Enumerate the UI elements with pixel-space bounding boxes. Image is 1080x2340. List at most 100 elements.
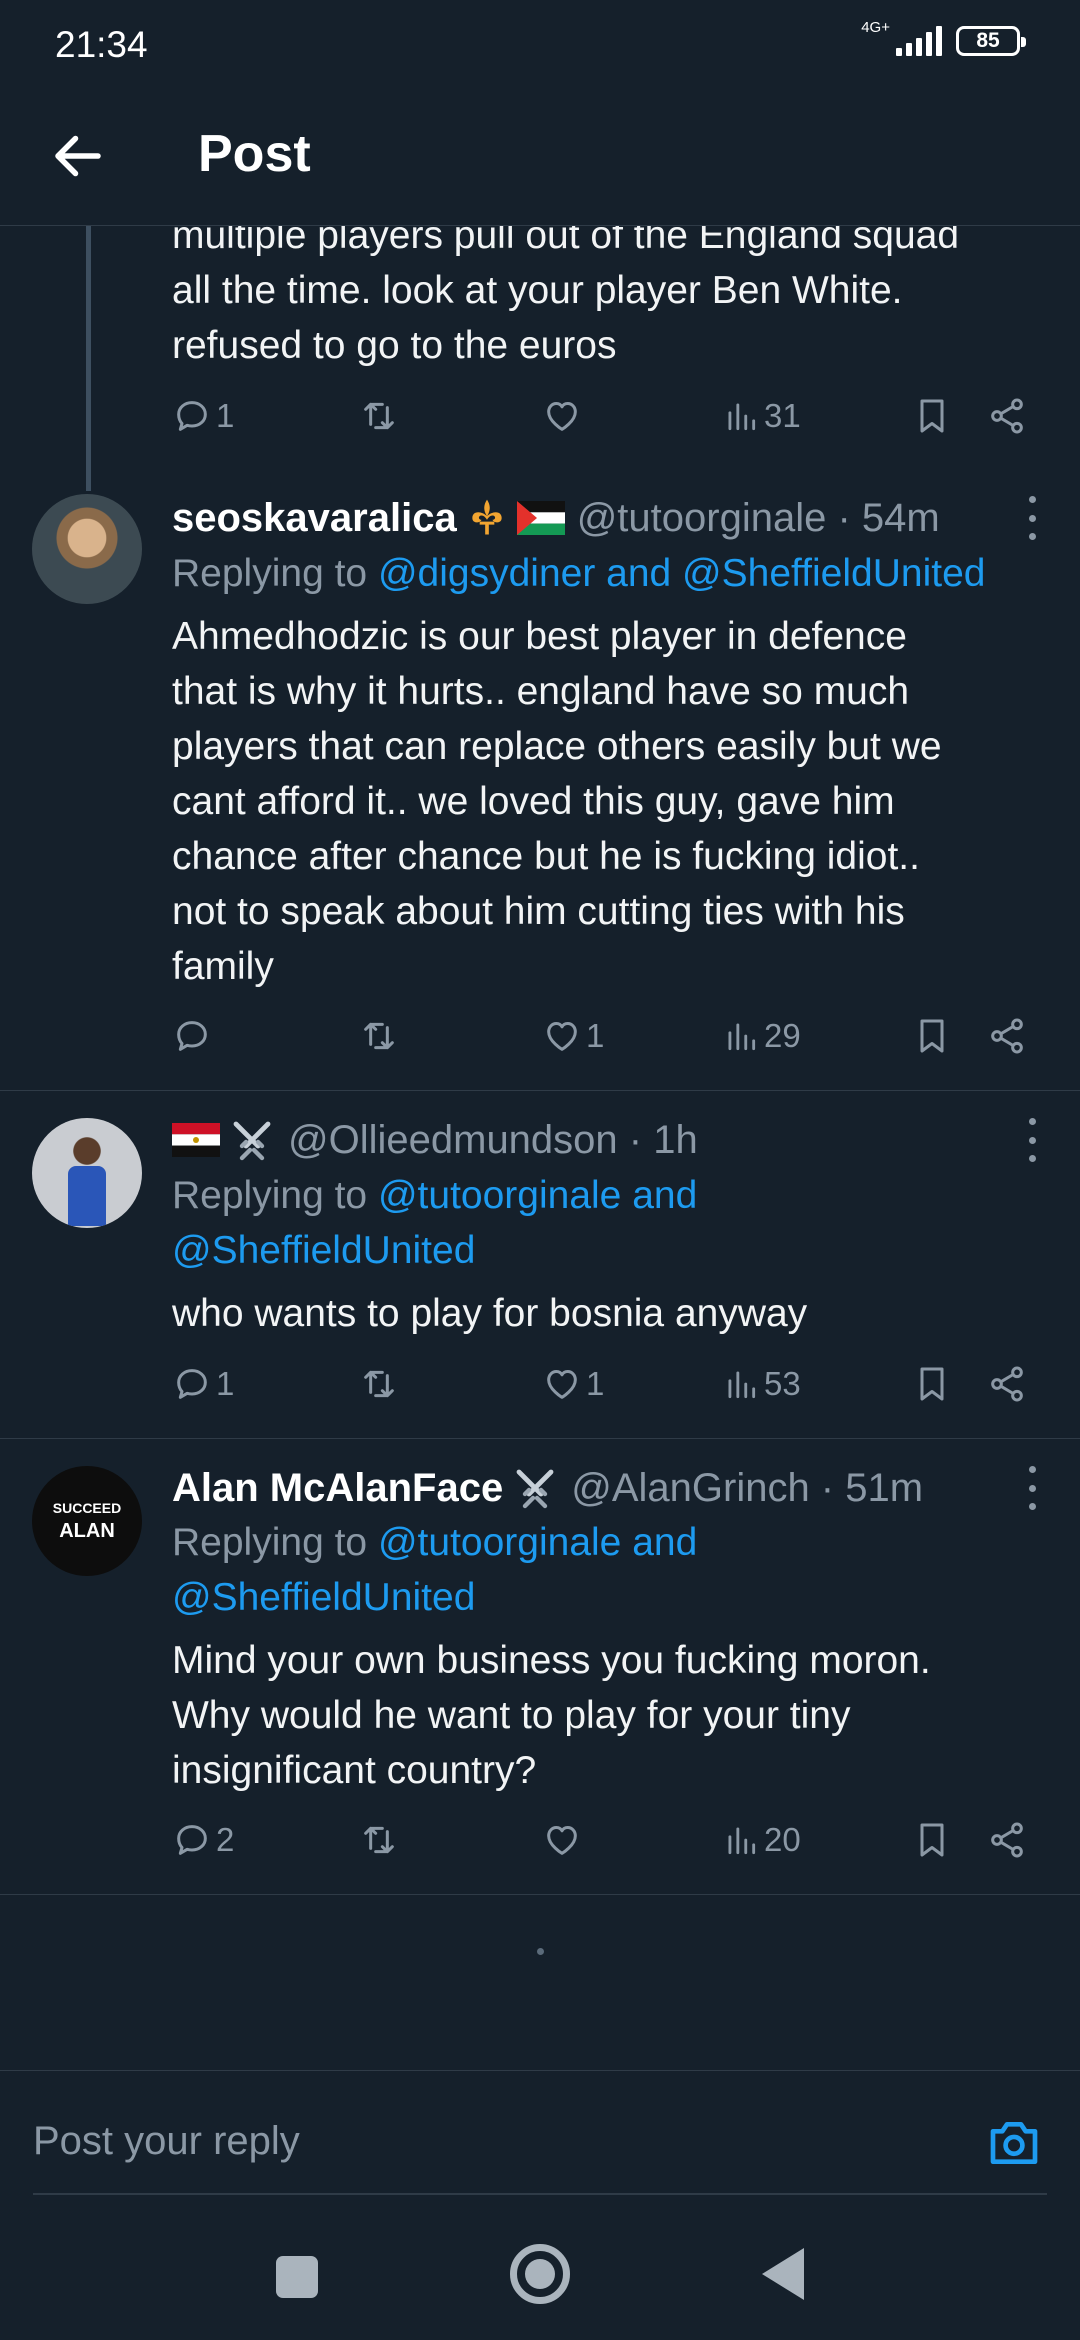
like-button[interactable]: 1 [542, 1016, 604, 1056]
tweet-header: seoskavaralica @tutoorginale · 54m [172, 490, 940, 546]
tweet-header: Alan McAlanFace @AlanGrinch · 51m [172, 1460, 923, 1516]
tweet-actions: 2 20 [172, 1820, 1042, 1870]
app-header: Post [0, 96, 1080, 226]
recents-icon[interactable] [276, 2256, 318, 2298]
replying-to: Replying to @tutoorginale and @Sheffield… [172, 1168, 1052, 1278]
replying-to: Replying to @tutoorginale and @Sheffield… [172, 1515, 1052, 1625]
like-button[interactable]: 1 [542, 1364, 604, 1404]
tweet-handle[interactable]: @Ollieedmundson · 1h [288, 1118, 698, 1163]
bookmark-button[interactable] [912, 1016, 952, 1056]
status-time: 21:34 [55, 24, 148, 65]
avatar[interactable]: SUCCEED ALAN [32, 1466, 142, 1576]
share-button[interactable] [987, 396, 1027, 436]
tweet-text: Ahmedhodzic is our best player in defenc… [172, 609, 1052, 994]
views-button[interactable]: 31 [722, 396, 801, 436]
home-icon[interactable] [510, 2244, 570, 2304]
crossed-swords-icon [228, 1116, 276, 1164]
share-button[interactable] [987, 1364, 1027, 1404]
loading-indicator [537, 1948, 544, 1955]
views-button[interactable]: 29 [722, 1016, 801, 1056]
reply-button[interactable]: 1 [172, 396, 234, 436]
reply-button[interactable] [172, 1016, 216, 1056]
views-button[interactable]: 20 [722, 1820, 801, 1860]
replying-to: Replying to @digsydiner and @SheffieldUn… [172, 546, 1052, 601]
reply-count: 2 [216, 1821, 235, 1858]
tweet-text-line: cant afford it.. we loved this guy, gave… [172, 780, 895, 823]
network-type: 4G+ [861, 18, 890, 36]
nav-back-icon[interactable] [762, 2248, 804, 2300]
more-icon[interactable] [1024, 1118, 1040, 1162]
replying-to-links[interactable]: @SheffieldUnited [172, 1570, 1052, 1625]
repost-button[interactable] [357, 1820, 401, 1860]
avatar-shirt-text: SUCCEED [52, 1500, 122, 1516]
reply-icon [177, 1021, 207, 1051]
page-title: Post [198, 125, 311, 183]
bookmark-button[interactable] [912, 1820, 952, 1860]
tweet-handle[interactable]: @tutoorginale · 54m [577, 496, 940, 541]
divider [0, 1090, 1080, 1091]
like-button[interactable] [542, 1820, 582, 1860]
views-count: 31 [764, 397, 801, 434]
like-count: 1 [586, 1017, 605, 1054]
repost-button[interactable] [357, 1364, 401, 1404]
more-icon[interactable] [1024, 1466, 1040, 1510]
repost-button[interactable] [357, 396, 401, 436]
tweet-text: Mind your own business you fucking moron… [172, 1633, 1052, 1798]
back-button[interactable] [48, 126, 108, 186]
like-button[interactable] [542, 396, 582, 436]
repost-icon [364, 402, 394, 430]
reply-input[interactable]: Post your reply [33, 2119, 300, 2164]
share-icon [991, 1822, 1023, 1858]
like-count: 1 [586, 1365, 605, 1402]
display-name[interactable]: seoskavaralica [172, 496, 457, 541]
bookmark-icon [920, 1019, 944, 1053]
display-name[interactable]: Alan McAlanFace [172, 1466, 503, 1511]
reply-icon [177, 1825, 207, 1855]
tweet-text: multiple players pull out of the England… [172, 208, 1052, 373]
replying-to-links[interactable]: @tutoorginale and [378, 1521, 697, 1564]
replying-to-label: Replying to [172, 1174, 378, 1217]
bookmark-button[interactable] [912, 1364, 952, 1404]
views-count: 20 [764, 1821, 801, 1858]
replying-to-links[interactable]: @tutoorginale and [378, 1174, 697, 1217]
tweet-text-line: chance after chance but he is fucking id… [172, 835, 920, 878]
share-button[interactable] [987, 1016, 1027, 1056]
tweet-text-line: Mind your own business you fucking moron… [172, 1639, 931, 1682]
like-icon [547, 1022, 577, 1051]
repost-button[interactable] [357, 1016, 401, 1056]
status-bar: 21:34 4G+ 85 [0, 0, 1080, 96]
reply-button[interactable]: 2 [172, 1820, 234, 1860]
share-icon [991, 398, 1023, 434]
replying-to-links[interactable]: @digsydiner and @SheffieldUnited [378, 552, 986, 595]
views-icon [728, 403, 756, 431]
replying-to-links[interactable]: @SheffieldUnited [172, 1223, 1052, 1278]
battery-icon: 85 [956, 26, 1026, 56]
camera-icon [990, 2122, 1038, 2165]
signal-icon [896, 26, 942, 56]
share-icon [991, 1018, 1023, 1054]
tweet-text-line: Why would he want to play for your tiny [172, 1694, 851, 1737]
bookmark-icon [920, 1823, 944, 1857]
like-icon [547, 1370, 577, 1399]
views-button[interactable]: 53 [722, 1364, 801, 1404]
camera-button[interactable] [986, 2117, 1042, 2169]
bookmark-icon [920, 399, 944, 433]
reply-button[interactable]: 1 [172, 1364, 234, 1404]
more-icon[interactable] [1024, 496, 1040, 540]
tweet-header: @Ollieedmundson · 1h [172, 1112, 698, 1168]
reply-count: 1 [216, 397, 235, 434]
views-count: 29 [764, 1017, 801, 1054]
share-button[interactable] [987, 1820, 1027, 1860]
avatar[interactable] [32, 494, 142, 604]
tweet-text-line: all the time. look at your player Ben Wh… [172, 269, 903, 312]
reply-input-underline [33, 2193, 1047, 2195]
views-count: 53 [764, 1365, 801, 1402]
bookmark-icon [920, 1367, 944, 1401]
reply-icon [177, 1369, 207, 1399]
repost-icon [364, 1826, 394, 1854]
bookmark-button[interactable] [912, 396, 952, 436]
avatar[interactable] [32, 1118, 142, 1228]
repost-icon [364, 1370, 394, 1398]
tweet-handle[interactable]: @AlanGrinch · 51m [571, 1466, 923, 1511]
divider [0, 1438, 1080, 1439]
